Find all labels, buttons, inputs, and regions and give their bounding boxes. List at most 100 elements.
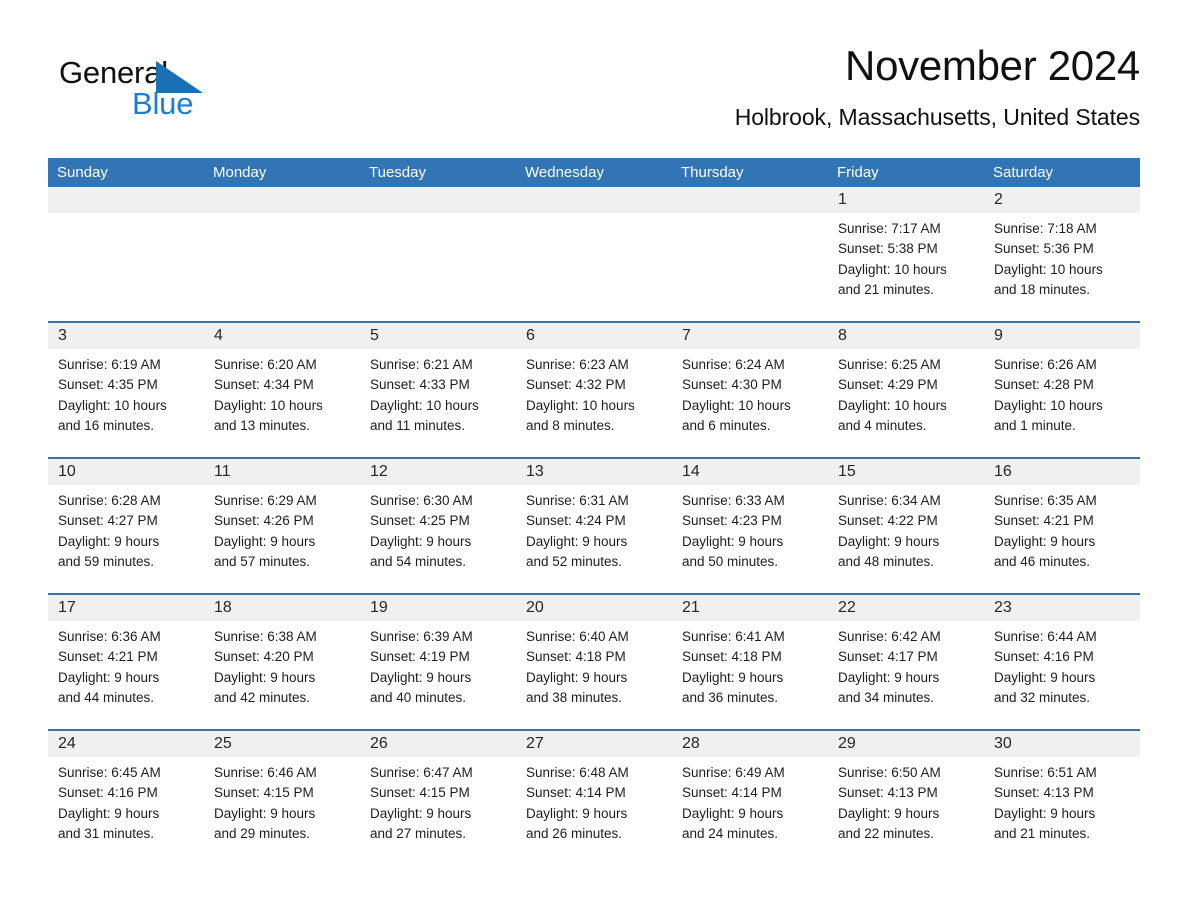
day-number[interactable]: 6 bbox=[516, 323, 672, 349]
day-cell[interactable]: Sunrise: 6:39 AM Sunset: 4:19 PM Daylight:… bbox=[360, 621, 516, 729]
sunrise-text: Sunrise: 6:28 AM bbox=[58, 493, 161, 508]
day-cell-empty bbox=[204, 213, 360, 321]
day-cell[interactable]: Sunrise: 6:42 AM Sunset: 4:17 PM Daylight:… bbox=[828, 621, 984, 729]
day-number[interactable]: 1 bbox=[828, 187, 984, 213]
day-cell[interactable]: Sunrise: 6:51 AM Sunset: 4:13 PM Daylight:… bbox=[984, 757, 1140, 871]
day-number[interactable]: 16 bbox=[984, 459, 1140, 485]
day-number[interactable]: 5 bbox=[360, 323, 516, 349]
weekday-header-row: Sunday Monday Tuesday Wednesday Thursday… bbox=[48, 158, 1140, 187]
day-cell[interactable]: Sunrise: 6:23 AM Sunset: 4:32 PM Daylight:… bbox=[516, 349, 672, 457]
day-cell[interactable]: Sunrise: 6:49 AM Sunset: 4:14 PM Daylight:… bbox=[672, 757, 828, 871]
day-number[interactable]: 28 bbox=[672, 731, 828, 757]
day-cell[interactable]: Sunrise: 6:48 AM Sunset: 4:14 PM Daylight:… bbox=[516, 757, 672, 871]
day-number[interactable]: 13 bbox=[516, 459, 672, 485]
sunset-text: Sunset: 4:34 PM bbox=[214, 377, 314, 393]
day-number[interactable]: 9 bbox=[984, 323, 1140, 349]
daylight-text: Daylight: 9 hours bbox=[838, 533, 940, 549]
calendar-week-row: 10 11 12 13 14 15 16 Sunrise: 6:28 AM Sunset: 4:… bbox=[48, 459, 1140, 595]
day-number[interactable]: 20 bbox=[516, 595, 672, 621]
day-cell-empty bbox=[360, 213, 516, 321]
day-number[interactable]: 12 bbox=[360, 459, 516, 485]
day-cell[interactable]: Sunrise: 6:31 AM Sunset: 4:24 PM Daylight:… bbox=[516, 485, 672, 593]
day-cell[interactable]: Sunrise: 7:17 AM Sunset: 5:38 PM Daylight:… bbox=[828, 213, 984, 321]
sunrise-text: Sunrise: 6:35 AM bbox=[994, 493, 1097, 508]
daylight-text-cont: and 8 minutes. bbox=[526, 417, 615, 433]
day-cell[interactable]: Sunrise: 6:44 AM Sunset: 4:16 PM Daylight:… bbox=[984, 621, 1140, 729]
day-number[interactable]: 21 bbox=[672, 595, 828, 621]
day-cell[interactable]: Sunrise: 6:33 AM Sunset: 4:23 PM Daylight:… bbox=[672, 485, 828, 593]
daylight-text: Daylight: 10 hours bbox=[370, 397, 479, 413]
day-number[interactable]: 14 bbox=[672, 459, 828, 485]
day-cell[interactable]: Sunrise: 6:19 AM Sunset: 4:35 PM Daylight:… bbox=[48, 349, 204, 457]
sunset-text: Sunset: 4:35 PM bbox=[58, 377, 158, 393]
day-cell[interactable]: Sunrise: 6:34 AM Sunset: 4:22 PM Daylight:… bbox=[828, 485, 984, 593]
day-cell[interactable]: Sunrise: 6:30 AM Sunset: 4:25 PM Daylight:… bbox=[360, 485, 516, 593]
day-cell[interactable]: Sunrise: 6:45 AM Sunset: 4:16 PM Daylight:… bbox=[48, 757, 204, 871]
day-detail-band: Sunrise: 6:28 AM Sunset: 4:27 PM Daylight:… bbox=[48, 485, 1140, 593]
day-cell[interactable]: Sunrise: 6:26 AM Sunset: 4:28 PM Daylight:… bbox=[984, 349, 1140, 457]
sunrise-text: Sunrise: 6:20 AM bbox=[214, 357, 317, 372]
daylight-text-cont: and 27 minutes. bbox=[370, 825, 467, 841]
day-number[interactable]: 24 bbox=[48, 731, 204, 757]
day-number[interactable]: 27 bbox=[516, 731, 672, 757]
sunset-text: Sunset: 4:21 PM bbox=[58, 649, 158, 665]
daylight-text: Daylight: 9 hours bbox=[370, 533, 472, 549]
day-cell[interactable]: Sunrise: 6:47 AM Sunset: 4:15 PM Daylight:… bbox=[360, 757, 516, 871]
day-cell[interactable]: Sunrise: 6:41 AM Sunset: 4:18 PM Daylight:… bbox=[672, 621, 828, 729]
daylight-text: Daylight: 9 hours bbox=[526, 805, 628, 821]
daylight-text: Daylight: 9 hours bbox=[682, 669, 784, 685]
daylight-text-cont: and 21 minutes. bbox=[838, 281, 935, 297]
daylight-text: Daylight: 10 hours bbox=[58, 397, 167, 413]
day-number[interactable]: 22 bbox=[828, 595, 984, 621]
day-cell[interactable]: Sunrise: 6:24 AM Sunset: 4:30 PM Daylight:… bbox=[672, 349, 828, 457]
day-number[interactable]: 8 bbox=[828, 323, 984, 349]
calendar-weeks: 1 2 Sunrise: 7:17 AM Sunset: 5:38 PM Dayligh… bbox=[48, 187, 1140, 871]
sunset-text: Sunset: 4:18 PM bbox=[682, 649, 782, 665]
day-number[interactable]: 26 bbox=[360, 731, 516, 757]
page-subtitle: Holbrook, Massachusetts, United States bbox=[734, 104, 1140, 130]
day-number[interactable]: 3 bbox=[48, 323, 204, 349]
day-cell[interactable]: Sunrise: 6:35 AM Sunset: 4:21 PM Daylight:… bbox=[984, 485, 1140, 593]
day-number[interactable]: 29 bbox=[828, 731, 984, 757]
day-number-empty bbox=[672, 187, 828, 213]
generalblue-logo[interactable]: General Blue bbox=[59, 54, 229, 126]
day-number[interactable]: 2 bbox=[984, 187, 1140, 213]
day-cell[interactable]: Sunrise: 6:50 AM Sunset: 4:13 PM Daylight:… bbox=[828, 757, 984, 871]
day-cell[interactable]: Sunrise: 6:25 AM Sunset: 4:29 PM Daylight:… bbox=[828, 349, 984, 457]
day-cell[interactable]: Sunrise: 6:38 AM Sunset: 4:20 PM Daylight:… bbox=[204, 621, 360, 729]
daylight-text-cont: and 29 minutes. bbox=[214, 825, 311, 841]
day-number[interactable]: 18 bbox=[204, 595, 360, 621]
day-number[interactable]: 7 bbox=[672, 323, 828, 349]
sunrise-text: Sunrise: 7:18 AM bbox=[994, 221, 1097, 236]
day-number[interactable]: 11 bbox=[204, 459, 360, 485]
day-number[interactable]: 10 bbox=[48, 459, 204, 485]
day-number[interactable]: 19 bbox=[360, 595, 516, 621]
day-cell[interactable]: Sunrise: 6:29 AM Sunset: 4:26 PM Daylight:… bbox=[204, 485, 360, 593]
daylight-text-cont: and 6 minutes. bbox=[682, 417, 771, 433]
day-number[interactable]: 17 bbox=[48, 595, 204, 621]
daylight-text-cont: and 34 minutes. bbox=[838, 689, 935, 705]
sunrise-text: Sunrise: 6:39 AM bbox=[370, 629, 473, 644]
day-number[interactable]: 30 bbox=[984, 731, 1140, 757]
day-cell[interactable]: Sunrise: 6:20 AM Sunset: 4:34 PM Daylight:… bbox=[204, 349, 360, 457]
day-cell[interactable]: Sunrise: 6:40 AM Sunset: 4:18 PM Daylight:… bbox=[516, 621, 672, 729]
logo-text-blue: Blue bbox=[132, 86, 194, 121]
daylight-text-cont: and 40 minutes. bbox=[370, 689, 467, 705]
day-number[interactable]: 15 bbox=[828, 459, 984, 485]
day-number[interactable]: 25 bbox=[204, 731, 360, 757]
day-number[interactable]: 23 bbox=[984, 595, 1140, 621]
sunset-text: Sunset: 4:14 PM bbox=[682, 785, 782, 801]
sunrise-text: Sunrise: 6:42 AM bbox=[838, 629, 941, 644]
sunset-text: Sunset: 4:28 PM bbox=[994, 377, 1094, 393]
day-cell[interactable]: Sunrise: 6:21 AM Sunset: 4:33 PM Daylight:… bbox=[360, 349, 516, 457]
day-cell[interactable]: Sunrise: 7:18 AM Sunset: 5:36 PM Daylight:… bbox=[984, 213, 1140, 321]
day-cell[interactable]: Sunrise: 6:28 AM Sunset: 4:27 PM Daylight:… bbox=[48, 485, 204, 593]
daylight-text-cont: and 36 minutes. bbox=[682, 689, 779, 705]
day-cell[interactable]: Sunrise: 6:36 AM Sunset: 4:21 PM Daylight:… bbox=[48, 621, 204, 729]
day-number[interactable]: 4 bbox=[204, 323, 360, 349]
daylight-text: Daylight: 9 hours bbox=[682, 533, 784, 549]
daylight-text-cont: and 26 minutes. bbox=[526, 825, 623, 841]
daylight-text: Daylight: 9 hours bbox=[838, 805, 940, 821]
day-cell[interactable]: Sunrise: 6:46 AM Sunset: 4:15 PM Daylight:… bbox=[204, 757, 360, 871]
calendar-week-row: 3 4 5 6 7 8 9 Sunrise: 6:19 AM Sunset: 4:35 PM Da… bbox=[48, 323, 1140, 459]
